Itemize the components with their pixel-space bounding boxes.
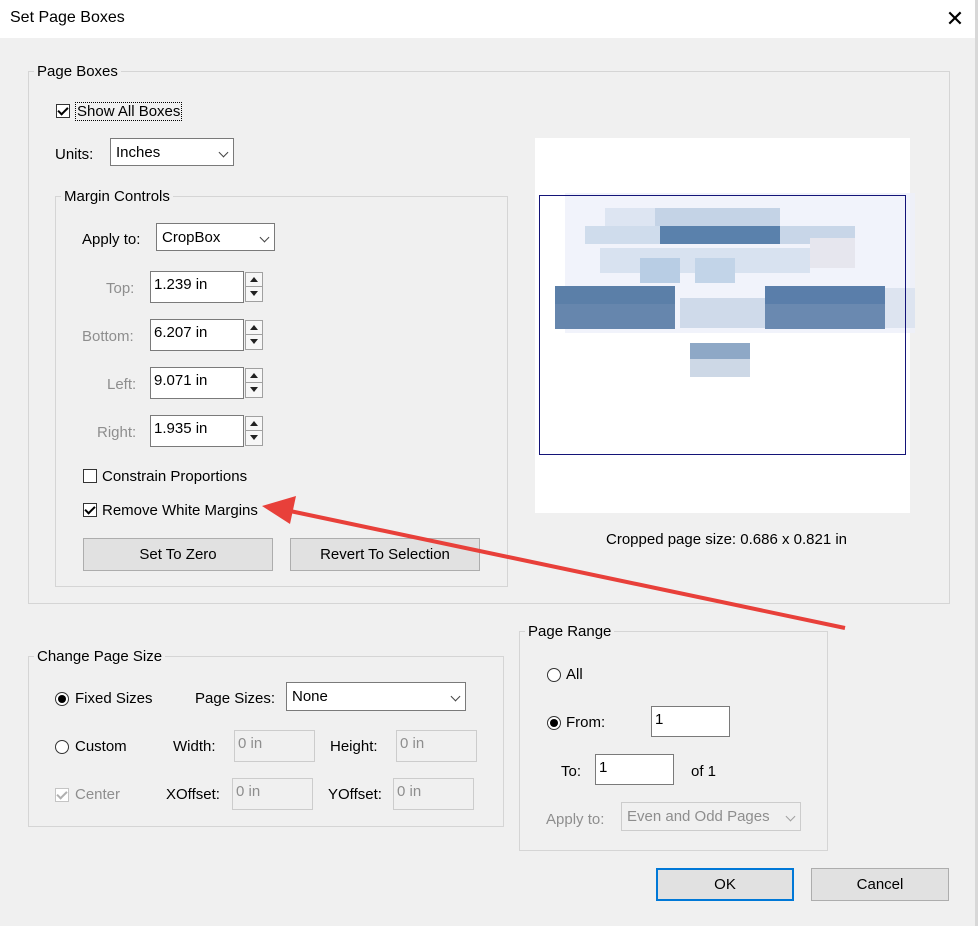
custom-radio[interactable] — [55, 740, 69, 754]
fixed-sizes-label[interactable]: Fixed Sizes — [75, 690, 153, 707]
page-sizes-value: None — [292, 688, 328, 705]
from-input[interactable]: 1 — [651, 706, 730, 737]
all-pages-radio[interactable] — [547, 668, 561, 682]
page-range-apply-to-value: Even and Odd Pages — [627, 808, 770, 825]
width-label: Width: — [173, 738, 216, 755]
cancel-label: Cancel — [856, 876, 904, 893]
arrow-head — [262, 496, 296, 524]
yoffset-value: 0 in — [397, 783, 422, 800]
from-value: 1 — [655, 711, 664, 728]
arrow-shaft — [289, 509, 846, 630]
ok-label: OK — [714, 876, 736, 893]
center-label[interactable]: Center — [75, 786, 120, 803]
page-sizes-select[interactable]: None — [286, 682, 466, 711]
yoffset-label: YOffset: — [328, 786, 382, 803]
to-label: To: — [561, 763, 582, 780]
chevron-down-icon — [785, 811, 796, 822]
yoffset-input[interactable]: 0 in — [393, 778, 474, 810]
chevron-down-icon — [450, 691, 461, 702]
width-value: 0 in — [238, 735, 263, 752]
height-value: 0 in — [400, 735, 425, 752]
xoffset-value: 0 in — [236, 783, 261, 800]
ok-button[interactable]: OK — [656, 868, 794, 901]
height-label: Height: — [330, 738, 378, 755]
custom-label[interactable]: Custom — [75, 738, 127, 755]
to-input[interactable]: 1 — [595, 754, 674, 785]
page-range-legend: Page Range — [525, 623, 615, 640]
of-total-pages: of 1 — [691, 763, 717, 780]
xoffset-input[interactable]: 0 in — [232, 778, 313, 810]
page-sizes-label: Page Sizes: — [195, 690, 276, 707]
width-input[interactable]: 0 in — [234, 730, 315, 762]
all-pages-label[interactable]: All — [566, 666, 583, 683]
cancel-button[interactable]: Cancel — [811, 868, 949, 901]
from-radio[interactable] — [547, 716, 561, 730]
fixed-sizes-radio[interactable] — [55, 692, 69, 706]
page-range-apply-to-select[interactable]: Even and Odd Pages — [621, 802, 801, 831]
to-value: 1 — [599, 759, 608, 776]
height-input[interactable]: 0 in — [396, 730, 477, 762]
center-checkbox[interactable] — [55, 788, 69, 802]
from-label[interactable]: From: — [566, 714, 605, 731]
page-range-apply-to-label: Apply to: — [546, 811, 605, 828]
change-page-size-legend: Change Page Size — [34, 648, 166, 665]
xoffset-label: XOffset: — [166, 786, 220, 803]
